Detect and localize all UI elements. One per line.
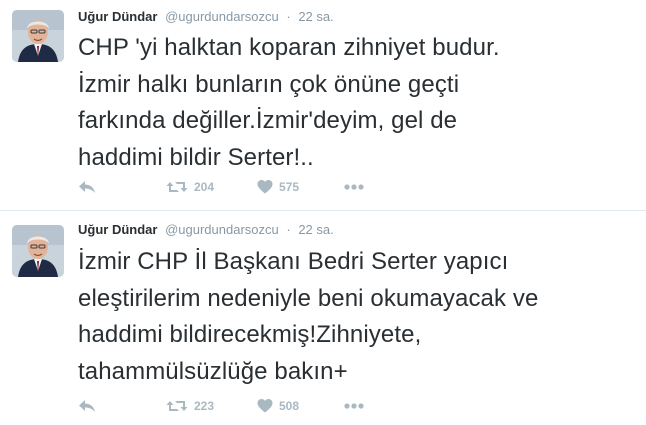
header-separator: · [286,222,291,237]
retweet-button[interactable]: 223 [166,394,214,418]
tweet-actions: 204 575 [78,175,398,199]
avatar-portrait-icon [12,10,64,62]
tweet-text: İzmir CHP İl Başkanı Bedri Serter yapıcı… [78,244,638,390]
retweet-count: 223 [194,399,215,413]
author-handle[interactable]: @ugurdundarsozcu [165,222,279,237]
more-dots-icon [344,184,364,190]
retweet-button[interactable]: 204 [166,175,214,199]
reply-button[interactable] [78,394,96,418]
avatar-portrait-icon [12,225,64,277]
tweet-text-line: haddimi bildir Serter!.. [78,143,314,171]
author-handle[interactable]: @ugurdundarsozcu [165,9,279,24]
avatar[interactable] [12,10,64,62]
tweet-text-line: tahammülsüzlüğe bakın+ [78,357,348,385]
more-button[interactable] [344,394,364,418]
tweet-text-line: eleştirilerim nedeniyle beni okumayacak … [78,284,539,312]
tweet-timestamp[interactable]: 22 sa. [298,9,333,24]
like-count: 575 [279,180,300,194]
reply-button[interactable] [78,175,96,199]
avatar[interactable] [12,225,64,277]
tweet-text-line: haddimi bildirecekmiş!Zihniyete, [78,321,422,348]
author-name[interactable]: Uğur Dündar [78,9,157,24]
tweet-text-line: farkında değiller.İzmir'deyim, gel de [78,107,458,134]
reply-icon [79,400,95,412]
more-dots-icon [344,403,364,409]
tweet: Uğur Dündar @ugurdundarsozcu · 22 sa. İz… [0,210,646,425]
tweet-text-line: CHP 'yi halktan koparan zihniyet budur. [78,34,500,61]
heart-icon [257,180,273,194]
tweet-timestamp[interactable]: 22 sa. [298,222,333,237]
like-count: 508 [279,399,300,413]
author-name[interactable]: Uğur Dündar [78,222,157,237]
tweet-text-line: İzmir CHP İl Başkanı Bedri Serter yapıcı [78,248,509,275]
reply-icon [79,181,95,193]
retweet-icon [166,401,188,411]
more-button[interactable] [344,175,364,199]
tweet-header: Uğur Dündar @ugurdundarsozcu · 22 sa. [78,221,334,239]
header-separator: · [286,9,291,24]
tweet: Uğur Dündar @ugurdundarsozcu · 22 sa. CH… [0,0,646,210]
tweet-header: Uğur Dündar @ugurdundarsozcu · 22 sa. [78,8,334,26]
like-button[interactable]: 575 [257,175,299,199]
retweet-count: 204 [194,180,215,194]
retweet-icon [166,182,188,192]
heart-icon [257,399,273,413]
tweet-actions: 223 508 [78,394,398,418]
like-button[interactable]: 508 [257,394,299,418]
tweet-text: CHP 'yi halktan koparan zihniyet budur. … [78,30,638,176]
tweet-text-line: İzmir halkı bunların çok önüne geçti [78,70,460,98]
